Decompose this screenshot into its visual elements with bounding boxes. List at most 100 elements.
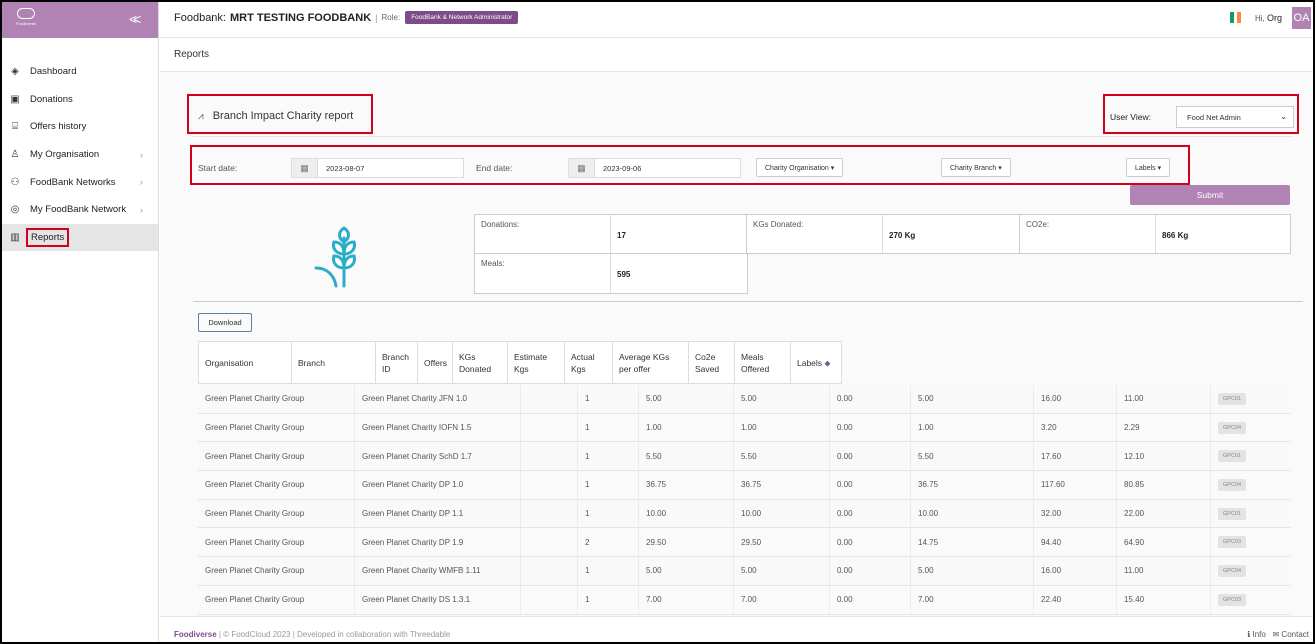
sidebar-item-foodbank-networks[interactable]: ⚇ FoodBank Networks ›	[2, 168, 158, 196]
sidebar-item-label: My FoodBank Network	[30, 204, 127, 216]
column-header[interactable]: Branch	[292, 342, 376, 383]
co2e-label: CO2e:	[1026, 220, 1050, 229]
start-date-label: Start date:	[198, 163, 238, 173]
column-header[interactable]: Average KGs per offer	[613, 342, 689, 383]
info-link[interactable]: Info	[1252, 630, 1265, 639]
sidebar-item-my-foodbank-network[interactable]: ◎ My FoodBank Network ›	[2, 196, 158, 224]
end-date-field[interactable]: ▦ 2023-09-06	[568, 158, 741, 178]
column-header[interactable]: Actual Kgs	[565, 342, 613, 383]
table-cell: Green Planet Charity Group	[205, 537, 305, 547]
table-cell: Green Planet Charity SchD 1.7	[354, 442, 472, 471]
organisation-icon: ♙	[10, 149, 20, 161]
label-tag: GPC03	[1218, 536, 1247, 549]
start-date-field[interactable]: ▦ 2023-08-07	[291, 158, 464, 178]
label-cell: GPC04	[1210, 413, 1247, 442]
label-cell: GPC04	[1210, 471, 1247, 499]
table-cell: 10.00	[638, 499, 666, 528]
submit-button[interactable]: Submit	[1130, 185, 1290, 205]
table-cell: 94.40	[1033, 528, 1061, 557]
network-icon: ⚇	[10, 176, 20, 188]
table-cell: Green Planet Charity Group	[205, 480, 305, 490]
table-cell: Green Planet Charity Group	[205, 509, 305, 519]
co2e-value: 866 Kg	[1162, 231, 1189, 240]
footer-brand[interactable]: Foodiverse	[174, 630, 217, 639]
bar-chart-icon: ▥	[10, 231, 20, 243]
sidebar-item-label: Donations	[30, 93, 73, 105]
double-chevron-left-icon[interactable]: <<	[129, 11, 142, 27]
stat-divider	[1155, 215, 1156, 253]
column-header[interactable]: Meals Offered	[735, 342, 791, 383]
table-cell: 1	[577, 471, 589, 499]
page-title: Reports	[174, 49, 210, 60]
table-cell: Green Planet Charity Group	[205, 394, 305, 404]
charity-branch-dropdown[interactable]: Charity Branch ▾	[941, 158, 1011, 177]
table-cell: 16.00	[1033, 385, 1061, 413]
wheat-icon	[314, 226, 356, 288]
sidebar-item-label: FoodBank Networks	[30, 176, 116, 188]
table-cell: 3.20	[1033, 413, 1057, 442]
column-header[interactable]: Co2e Saved	[689, 342, 735, 383]
table-cell	[520, 385, 528, 413]
column-header[interactable]: Organisation	[199, 342, 292, 383]
sidebar-item-my-organisation[interactable]: ♙ My Organisation ›	[2, 141, 158, 169]
column-header[interactable]: Branch ID	[376, 342, 418, 383]
table-cell: 10.00	[733, 499, 761, 528]
table-cell: 5.00	[638, 385, 662, 413]
table-cell: 0.00	[829, 557, 853, 585]
box-icon: ▣	[10, 93, 20, 105]
label-cell: GPC01	[1210, 385, 1247, 413]
foodbank-label: Foodbank:	[174, 11, 226, 24]
column-header[interactable]: Offers	[418, 342, 453, 383]
flag-stripe	[1237, 12, 1242, 23]
sidebar-item-offers-history[interactable]: ⌸ Offers history	[2, 113, 158, 141]
caret-down-icon: ▾	[1157, 165, 1162, 172]
table-cell: 0.00	[829, 442, 853, 471]
history-icon: ⌸	[12, 121, 18, 133]
caret-down-icon: ▾	[998, 165, 1002, 172]
foodbank-name: MRT TESTING FOODBANK	[229, 11, 372, 24]
user-view-select[interactable]: Food Net Admin ⌄	[1176, 106, 1294, 128]
cloud-logo-icon	[17, 8, 35, 19]
info-icon: ℹ	[1247, 630, 1251, 639]
end-date-label: End date:	[476, 163, 513, 173]
chevron-right-icon: ›	[140, 204, 143, 215]
sidebar-item-dashboard[interactable]: ◈ Dashboard	[2, 58, 158, 86]
meals-value: 595	[617, 270, 631, 279]
charity-organisation-dropdown[interactable]: Charity Organisation ▾	[756, 158, 844, 177]
start-date-value: 2023-08-07	[326, 164, 365, 173]
column-header[interactable]: Estimate Kgs	[508, 342, 565, 383]
table-cell: 7.00	[733, 585, 757, 614]
user-view-value: Food Net Admin	[1187, 113, 1241, 122]
table-cell: 17.60	[1033, 442, 1061, 471]
sidebar-header: Foodiverse <<	[2, 2, 158, 38]
logo-text: Foodiverse	[16, 21, 36, 26]
table-cell: 2	[577, 528, 589, 557]
label-cell: GPC03	[1210, 585, 1247, 614]
language-flag-icon[interactable]	[1230, 12, 1242, 23]
stat-divider	[610, 254, 611, 293]
sidebar-item-donations[interactable]: ▣ Donations	[2, 86, 158, 114]
dropdown-label: Charity Branch	[950, 165, 997, 172]
sidebar-item-label: Reports	[26, 227, 70, 247]
labels-column-header[interactable]: Labels ⬥	[791, 342, 841, 383]
table-cell: Green Planet Charity Group	[205, 423, 305, 433]
download-button[interactable]: Download	[198, 313, 252, 332]
page-header: Reports	[160, 38, 1313, 72]
separator: |	[375, 12, 378, 23]
table-cell: 5.00	[910, 557, 934, 585]
stat-divider	[882, 215, 883, 253]
avatar[interactable]: OA	[1292, 7, 1311, 29]
contact-link[interactable]: Contact	[1281, 630, 1309, 639]
table-cell	[520, 413, 528, 442]
labels-dropdown[interactable]: Labels ▾	[1126, 158, 1171, 177]
mail-icon: ✉	[1272, 630, 1280, 639]
sidebar-item-reports[interactable]: ▥ Reports	[2, 223, 158, 252]
caret-down-icon: ▾	[830, 165, 835, 172]
table-cell: 36.75	[910, 471, 938, 499]
column-header[interactable]: KGs Donated	[453, 342, 508, 383]
table-cell: 11.00	[1116, 385, 1143, 413]
table-row: Green Planet Charity Group Green Planet C…	[198, 385, 1291, 414]
foodiverse-logo[interactable]: Foodiverse	[15, 8, 37, 32]
kgs-donated-stat: KGs Donated: 270 Kg	[746, 214, 1020, 254]
line-chart-icon: ⩘	[198, 111, 204, 122]
